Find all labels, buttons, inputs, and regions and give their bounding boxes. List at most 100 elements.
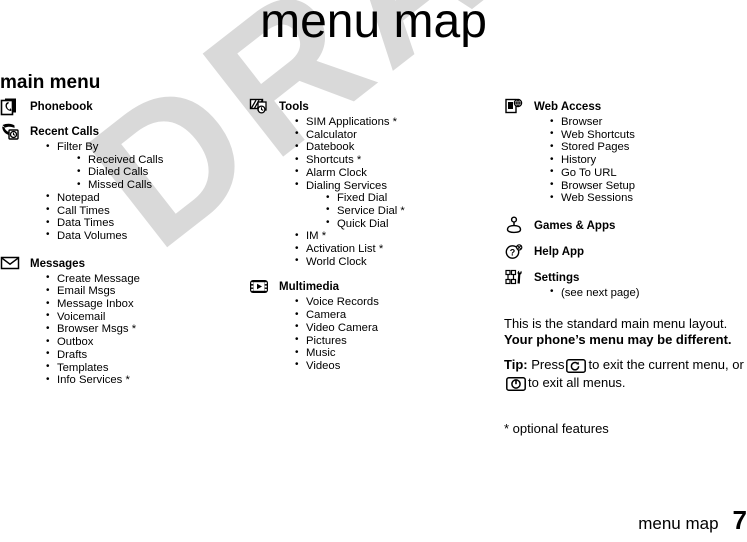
list-item[interactable]: Service Dial * bbox=[326, 204, 489, 218]
menu-group-header[interactable]: Multimedia bbox=[249, 280, 489, 296]
list-item[interactable]: Voice Records bbox=[295, 296, 489, 309]
menu-group-header[interactable]: ? Help App bbox=[504, 244, 747, 261]
list-item[interactable]: Email Msgs bbox=[46, 285, 235, 298]
list-item[interactable]: Notepad bbox=[46, 191, 235, 205]
menu-group-multimedia: Multimedia Voice Records Camera Video Ca… bbox=[249, 280, 489, 372]
note-line-standard-layout: This is the standard main menu layout. bbox=[504, 316, 728, 331]
menu-group-phonebook: Phonebook bbox=[0, 97, 235, 116]
menu-group-label: Multimedia bbox=[279, 281, 340, 294]
menu-group-header[interactable]: Settings bbox=[504, 269, 747, 287]
menu-group-label: Tools bbox=[279, 101, 309, 113]
list-item[interactable]: Shortcuts * bbox=[295, 154, 489, 167]
menu-group-header[interactable]: Phonebook bbox=[0, 97, 235, 116]
list-item[interactable]: Received Calls bbox=[77, 153, 235, 167]
menu-group-header[interactable]: Games & Apps bbox=[504, 216, 747, 235]
joystick-icon bbox=[504, 216, 526, 235]
menu-item-label: IM * bbox=[306, 230, 327, 243]
list-item[interactable]: Outbox bbox=[46, 336, 235, 349]
list-item[interactable]: Music bbox=[295, 347, 489, 360]
menu-item-list: (see next page) bbox=[504, 286, 747, 300]
menu-group-help-app: ? Help App bbox=[504, 244, 747, 261]
list-item[interactable]: Templates bbox=[46, 361, 235, 375]
menu-column-2: Tools SIM Applications * Calculator Date… bbox=[249, 98, 489, 382]
list-item[interactable]: IM * bbox=[295, 230, 489, 243]
list-item[interactable]: Call Times bbox=[46, 204, 235, 218]
list-item[interactable]: Datebook bbox=[295, 141, 489, 154]
list-item[interactable]: Data Volumes bbox=[46, 229, 235, 243]
list-item[interactable]: Videos bbox=[295, 359, 489, 373]
menu-item-label: Voicemail bbox=[57, 310, 106, 323]
menu-item-label: Create Message bbox=[57, 272, 140, 285]
list-item[interactable]: Browser Msgs * bbox=[46, 323, 235, 336]
tip-text-exit-all: to exit all menus. bbox=[528, 375, 626, 390]
menu-group-header[interactable]: Recent Calls bbox=[0, 123, 235, 141]
menu-item-label: Data Volumes bbox=[57, 229, 128, 242]
list-item[interactable]: Web Shortcuts bbox=[550, 128, 747, 142]
menu-group-header[interactable]: Web Access bbox=[504, 97, 747, 116]
list-item[interactable]: Dialing Services Fixed Dial Service Dial… bbox=[295, 179, 489, 231]
list-item[interactable]: Message Inbox bbox=[46, 298, 235, 311]
menu-item-label: Data Times bbox=[57, 217, 115, 230]
list-item[interactable]: Voicemail bbox=[46, 310, 235, 324]
list-item[interactable]: Filter By Received Calls Dialed Calls Mi… bbox=[46, 141, 235, 192]
menu-subitem-label: Service Dial * bbox=[337, 204, 405, 217]
web-access-icon bbox=[504, 97, 526, 116]
list-item[interactable]: Pictures bbox=[295, 334, 489, 348]
menu-group-web-access: Web Access Browser Web Shortcuts Stored … bbox=[504, 97, 747, 205]
menu-group-header[interactable]: Tools bbox=[249, 98, 489, 116]
list-item[interactable]: Info Services * bbox=[46, 374, 235, 387]
phonebook-icon bbox=[0, 97, 22, 116]
menu-group-label: Settings bbox=[534, 271, 580, 284]
menu-item-list: Create Message Email Msgs Message Inbox … bbox=[0, 272, 235, 387]
list-item[interactable]: Quick Dial bbox=[326, 217, 489, 231]
menu-item-label: Message Inbox bbox=[57, 298, 134, 311]
menu-item-label: Dialing Services bbox=[306, 179, 387, 192]
menu-item-label: Email Msgs bbox=[57, 285, 116, 298]
menu-group-messages: Messages Create Message Email Msgs Messa… bbox=[0, 256, 235, 387]
list-item[interactable]: Camera bbox=[295, 309, 489, 322]
list-item[interactable]: Fixed Dial bbox=[326, 192, 489, 205]
list-item[interactable]: History bbox=[550, 154, 747, 167]
menu-subitem-label: Fixed Dial bbox=[337, 192, 388, 205]
list-item[interactable]: Video Camera bbox=[295, 321, 489, 335]
menu-item-label: Voice Records bbox=[306, 296, 379, 309]
menu-item-label: Videos bbox=[306, 359, 341, 372]
menu-group-label: Games & Apps bbox=[534, 219, 616, 232]
list-item[interactable]: Alarm Clock bbox=[295, 166, 489, 180]
menu-subitem-list: Fixed Dial Service Dial * Quick Dial bbox=[306, 192, 489, 230]
list-item[interactable]: Go To URL bbox=[550, 166, 747, 180]
list-item[interactable]: Browser bbox=[550, 116, 747, 129]
list-item[interactable]: Drafts bbox=[46, 348, 235, 362]
menu-item-label: Camera bbox=[306, 309, 347, 322]
menu-subitem-label: Missed Calls bbox=[88, 179, 153, 192]
list-item[interactable]: Activation List * bbox=[295, 243, 489, 256]
menu-item-label: Browser bbox=[561, 116, 603, 128]
menu-item-label: Alarm Clock bbox=[306, 166, 367, 179]
list-item[interactable]: Browser Setup bbox=[550, 179, 747, 193]
menu-item-label: Calculator bbox=[306, 128, 357, 141]
tip-text-press: Press bbox=[531, 357, 565, 372]
menu-group-label: Web Access bbox=[534, 101, 602, 113]
menu-group-label: Phonebook bbox=[30, 101, 93, 113]
multimedia-filmstrip-icon bbox=[249, 277, 271, 296]
list-item[interactable]: Create Message bbox=[46, 272, 235, 286]
list-item[interactable]: Missed Calls bbox=[77, 179, 235, 192]
list-item[interactable]: World Clock bbox=[295, 255, 489, 269]
list-item[interactable]: SIM Applications * bbox=[295, 116, 489, 129]
list-item[interactable]: Web Sessions bbox=[550, 192, 747, 205]
menu-item-label: Shortcuts * bbox=[306, 154, 362, 167]
tip-text-exit-current: to exit the current menu, or bbox=[588, 357, 744, 372]
list-item[interactable]: Dialed Calls bbox=[77, 166, 235, 179]
menu-subitem-label: Dialed Calls bbox=[88, 166, 149, 179]
footer: menu map 7 bbox=[638, 505, 747, 536]
menu-group-settings: Settings (see next page) bbox=[504, 269, 747, 300]
svg-text:?: ? bbox=[510, 247, 516, 257]
list-item[interactable]: Stored Pages bbox=[550, 141, 747, 154]
menu-item-label: Go To URL bbox=[561, 166, 617, 179]
back-key-icon bbox=[566, 359, 587, 373]
menu-group-label: Help App bbox=[534, 245, 585, 258]
list-item[interactable]: Data Times bbox=[46, 217, 235, 230]
menu-group-header[interactable]: Messages bbox=[0, 256, 235, 273]
list-item[interactable]: Calculator bbox=[295, 128, 489, 142]
list-item[interactable]: (see next page) bbox=[550, 286, 747, 300]
